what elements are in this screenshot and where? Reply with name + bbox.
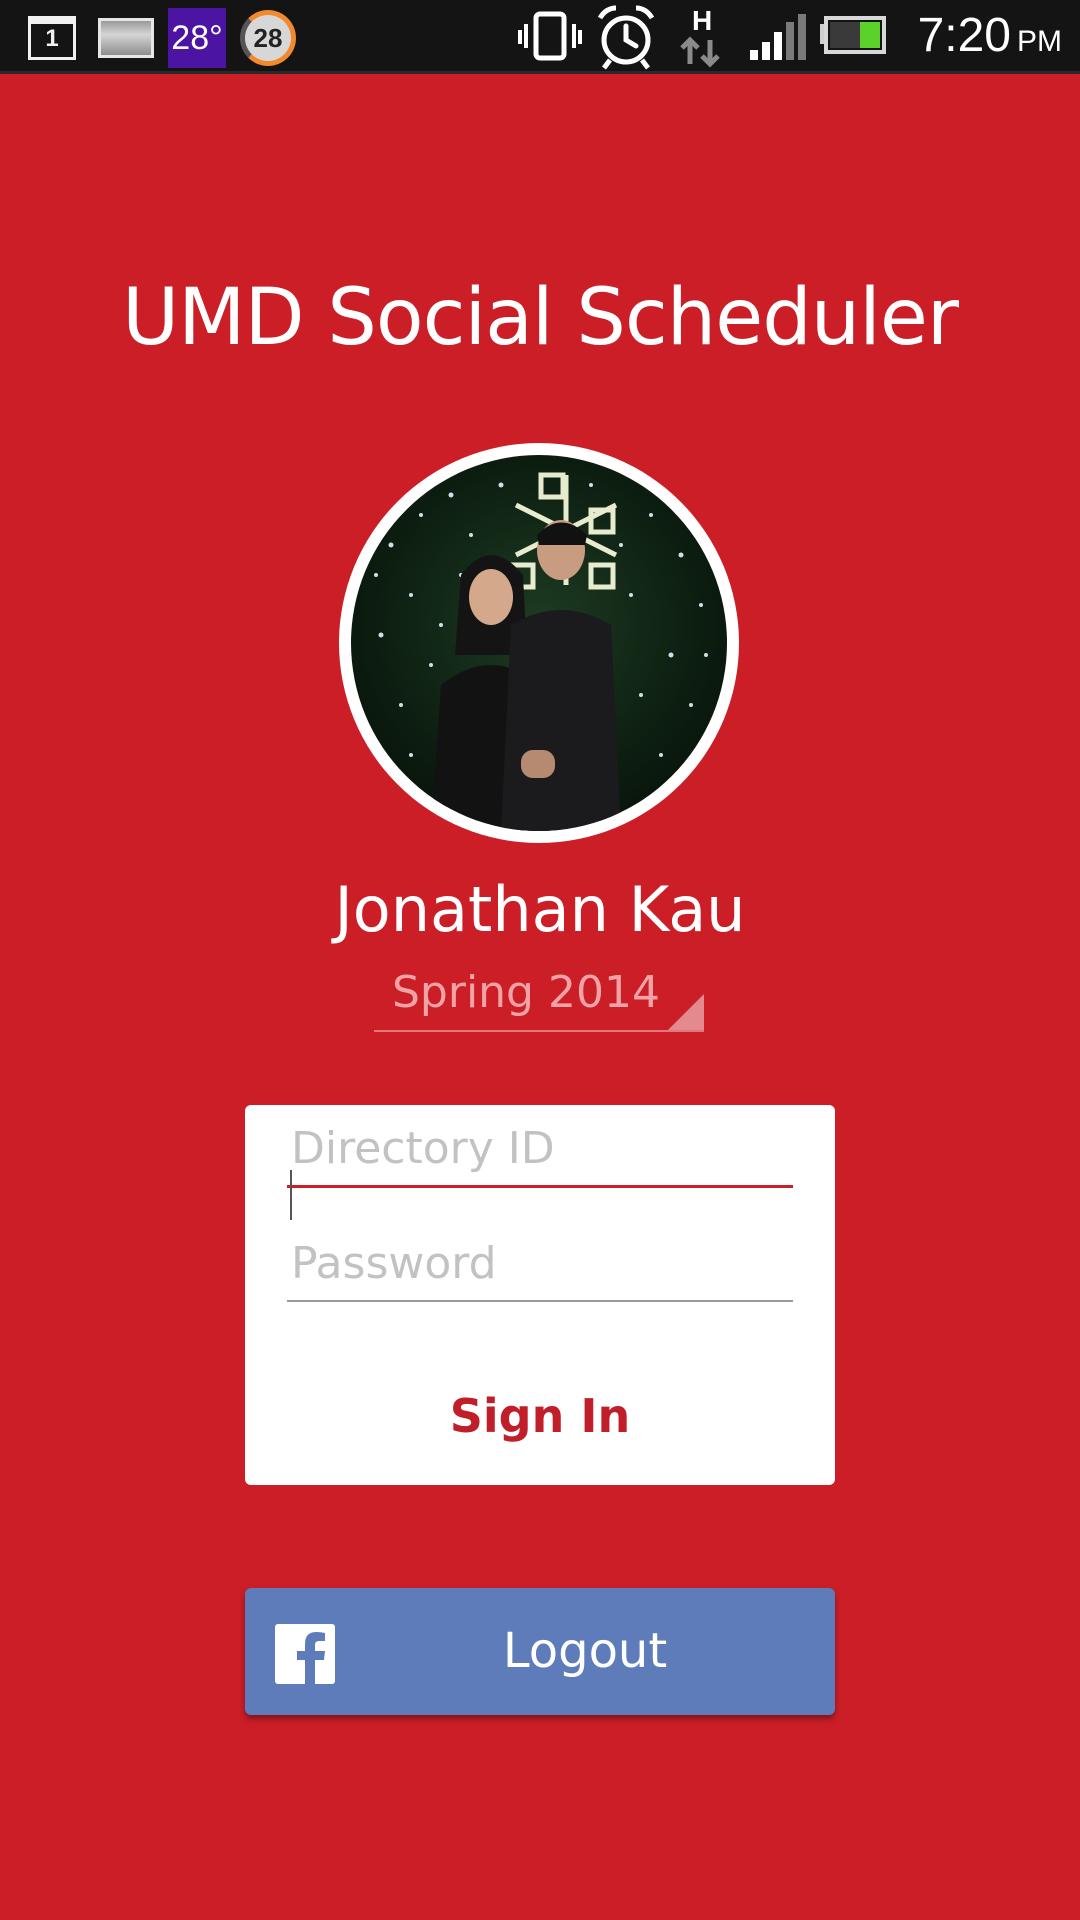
user-name: Jonathan Kau xyxy=(334,873,746,946)
status-time: 7:20 PM xyxy=(917,9,1062,62)
status-bar: 1 28° 28 H 7:20 PM xyxy=(0,0,1080,74)
dropdown-triangle-icon xyxy=(668,994,704,1030)
calendar-icon: 1 xyxy=(28,16,76,60)
password-input[interactable] xyxy=(287,1226,793,1302)
avatar xyxy=(339,443,739,843)
sync-icon: 28 xyxy=(240,10,296,66)
sign-in-button[interactable]: Sign In xyxy=(245,1380,835,1450)
data-arrows-icon: H xyxy=(680,5,720,68)
app-title: UMD Social Scheduler xyxy=(122,273,959,363)
svg-text:H: H xyxy=(692,5,712,36)
signal-icon xyxy=(750,14,806,60)
weather-icon: 28° xyxy=(168,8,226,68)
facebook-logout-button[interactable]: Logout xyxy=(245,1588,835,1715)
profile-photo xyxy=(351,455,727,831)
vibrate-icon xyxy=(518,11,582,61)
gallery-icon xyxy=(98,18,154,58)
alarm-icon xyxy=(597,5,655,70)
term-selector[interactable]: Spring 2014 xyxy=(374,962,704,1032)
text-cursor xyxy=(290,1170,292,1220)
battery-icon xyxy=(820,16,886,54)
directory-id-input[interactable] xyxy=(287,1112,793,1188)
facebook-icon xyxy=(275,1624,335,1684)
term-label: Spring 2014 xyxy=(392,967,660,1018)
logout-label: Logout xyxy=(502,1623,668,1679)
